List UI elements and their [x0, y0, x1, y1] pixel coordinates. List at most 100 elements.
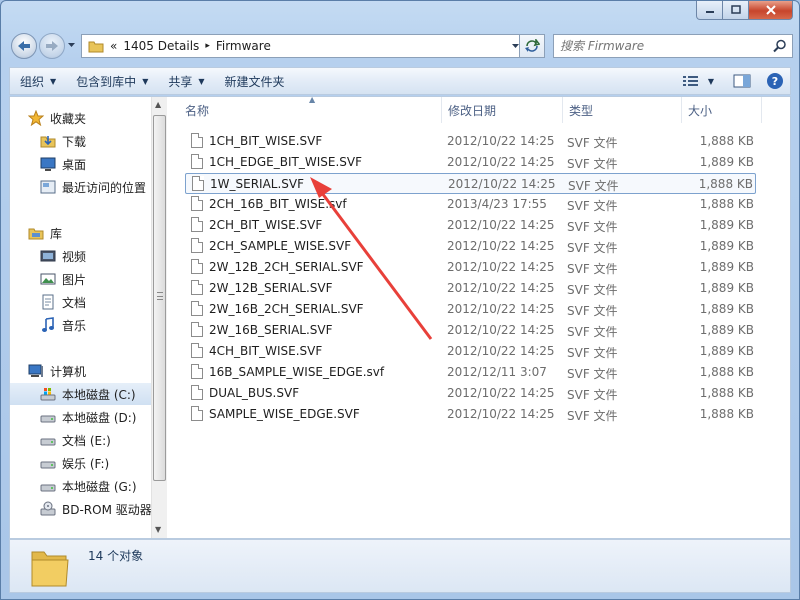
- file-size: 1,889 KB: [699, 323, 754, 337]
- column-type[interactable]: 类型: [563, 97, 682, 123]
- file-size: 1,889 KB: [699, 344, 754, 358]
- file-size: 1,888 KB: [699, 365, 754, 379]
- library-icon: [28, 228, 44, 240]
- sidebar-label: 下载: [62, 134, 87, 149]
- item-count: 14 个对象: [88, 549, 144, 563]
- arrow-left-icon: [18, 41, 30, 51]
- file-date: 2012/10/22 14:25: [447, 302, 555, 316]
- file-type: SVF 文件: [567, 199, 618, 213]
- sidebar-label: 计算机: [50, 364, 87, 379]
- breadcrumb-firmware[interactable]: Firmware: [216, 39, 271, 53]
- sidebar-item-music[interactable]: 音乐: [40, 314, 167, 336]
- folder-icon: [31, 551, 69, 587]
- file-row[interactable]: SAMPLE_WISE_EDGE.SVF 2012/10/22 14:25 SVF …: [185, 404, 756, 425]
- file-size: 1,889 KB: [699, 218, 754, 232]
- file-type: SVF 文件: [567, 325, 618, 339]
- sidebar-scrollbar[interactable]: ▲ ▼: [151, 97, 167, 538]
- file-icon: [191, 406, 203, 421]
- sidebar-item-documents[interactable]: 文档: [40, 291, 167, 313]
- sidebar-item-drive-e[interactable]: 文档 (E:): [40, 429, 167, 451]
- file-row[interactable]: 2W_12B_2CH_SERIAL.SVF 2012/10/22 14:25 SVF…: [185, 257, 756, 278]
- organize-button[interactable]: 组织 ▼: [10, 68, 66, 94]
- sidebar-item-videos[interactable]: 视频: [40, 245, 167, 267]
- column-name[interactable]: 名称: [179, 97, 442, 123]
- sidebar-item-desktop[interactable]: 桌面: [40, 153, 167, 175]
- file-row[interactable]: 4CH_BIT_WISE.SVF 2012/10/22 14:25 SVF 文件 1,…: [185, 341, 756, 362]
- column-size[interactable]: 大小: [682, 97, 762, 123]
- view-options-icon[interactable]: [682, 74, 700, 88]
- sidebar-label: 视频: [62, 249, 87, 264]
- include-in-library-button[interactable]: 包含到库中 ▼: [66, 68, 158, 94]
- file-icon: [191, 133, 203, 148]
- sidebar-item-drive-f[interactable]: 娱乐 (F:): [40, 452, 167, 474]
- sidebar-label: 库: [50, 226, 63, 241]
- column-date[interactable]: 修改日期: [442, 97, 563, 123]
- file-row[interactable]: 2CH_SAMPLE_WISE.SVF 2012/10/22 14:25 SVF 文…: [185, 236, 756, 257]
- column-header: ▲ 名称 修改日期 类型 大小: [167, 95, 790, 123]
- help-icon[interactable]: ?: [766, 72, 784, 90]
- sidebar-item-drive-c[interactable]: 本地磁盘 (C:): [10, 383, 151, 405]
- sidebar-item-drive-g[interactable]: 本地磁盘 (G:): [40, 475, 167, 497]
- share-button[interactable]: 共享 ▼: [158, 68, 214, 94]
- file-row[interactable]: 2W_16B_2CH_SERIAL.SVF 2012/10/22 14:25 SVF…: [185, 299, 756, 320]
- optical-drive-icon: [40, 501, 56, 516]
- star-icon: [28, 110, 44, 126]
- file-icon: [191, 343, 203, 358]
- hard-drive-icon: [40, 438, 56, 446]
- new-folder-button[interactable]: 新建文件夹: [215, 68, 295, 94]
- sidebar-label: 图片: [62, 272, 87, 287]
- file-row[interactable]: 2CH_16B_BIT_WISE.svf 2013/4/23 17:55 SVF 文…: [185, 194, 756, 215]
- file-icon: [191, 385, 203, 400]
- file-row[interactable]: 1CH_BIT_WISE.SVF 2012/10/22 14:25 SVF 文件 1,…: [185, 131, 756, 152]
- file-date: 2012/12/11 3:07: [447, 365, 547, 379]
- sidebar-scroll-thumb[interactable]: [153, 115, 166, 481]
- search-icon[interactable]: [773, 39, 787, 53]
- search-box[interactable]: [553, 34, 793, 58]
- sidebar-item-recent[interactable]: 最近访问的位置: [40, 176, 167, 198]
- file-date: 2012/10/22 14:25: [447, 281, 555, 295]
- file-icon: [191, 322, 203, 337]
- file-row[interactable]: DUAL_BUS.SVF 2012/10/22 14:25 SVF 文件 1,888 …: [185, 383, 756, 404]
- scroll-down-icon[interactable]: ▼: [155, 525, 161, 534]
- file-date: 2012/10/22 14:25: [447, 218, 555, 232]
- breadcrumb-1405-details[interactable]: 1405 Details: [123, 39, 199, 53]
- sidebar-item-downloads[interactable]: 下载: [40, 130, 167, 152]
- view-chevron-down-icon[interactable]: ▼: [708, 77, 714, 86]
- file-row[interactable]: 2W_12B_SERIAL.SVF 2012/10/22 14:25 SVF 文件 1…: [185, 278, 756, 299]
- maximize-button[interactable]: [723, 1, 749, 20]
- file-icon: [191, 217, 203, 232]
- sidebar-item-favorites[interactable]: 收藏夹: [28, 107, 167, 129]
- file-row[interactable]: 2CH_BIT_WISE.SVF 2012/10/22 14:25 SVF 文件 1,…: [185, 215, 756, 236]
- file-row[interactable]: 1W_SERIAL.SVF 2012/10/22 14:25 SVF 文件 1,888…: [185, 173, 756, 194]
- preview-pane-icon[interactable]: [732, 73, 752, 89]
- file-icon: [191, 238, 203, 253]
- back-button[interactable]: [11, 33, 37, 59]
- scroll-up-icon[interactable]: ▲: [155, 100, 161, 109]
- breadcrumb-separator[interactable]: ▸: [205, 41, 210, 51]
- file-name: 2W_16B_SERIAL.SVF: [209, 323, 333, 337]
- forward-button[interactable]: [39, 33, 65, 59]
- refresh-button[interactable]: [519, 34, 545, 58]
- file-row[interactable]: 16B_SAMPLE_WISE_EDGE.svf 2012/12/11 3:07 S…: [185, 362, 756, 383]
- sidebar-item-computer[interactable]: 计算机: [28, 360, 167, 382]
- breadcrumb-overflow[interactable]: «: [110, 39, 117, 53]
- close-button[interactable]: [749, 1, 793, 20]
- recent-pages-chevron-icon[interactable]: [67, 41, 76, 49]
- sidebar-item-drive-d[interactable]: 本地磁盘 (D:): [40, 406, 167, 428]
- sidebar-item-libraries[interactable]: 库: [28, 222, 167, 244]
- file-name: 16B_SAMPLE_WISE_EDGE.svf: [209, 365, 385, 379]
- file-row[interactable]: 2W_16B_SERIAL.SVF 2012/10/22 14:25 SVF 文件 1…: [185, 320, 756, 341]
- status-bar: 14 个对象: [9, 539, 791, 593]
- main-area: 收藏夹 下载 桌面 最近访问的位置 库 视频 图片 文档 音乐 计算机 本地磁盘…: [9, 95, 791, 539]
- sidebar-item-bdrom[interactable]: BD-ROM 驱动器: [40, 498, 167, 520]
- svg-text:?: ?: [772, 75, 778, 88]
- file-row[interactable]: 1CH_EDGE_BIT_WISE.SVF 2012/10/22 14:25 SVF…: [185, 152, 756, 173]
- file-type: SVF 文件: [567, 304, 618, 318]
- recent-places-icon: [40, 180, 56, 194]
- minimize-button[interactable]: [696, 1, 723, 20]
- video-icon: [40, 250, 56, 262]
- file-size: 1,888 KB: [699, 386, 754, 400]
- sidebar-item-pictures[interactable]: 图片: [40, 268, 167, 290]
- address-bar[interactable]: « 1405 Details ▸ Firmware: [81, 34, 525, 58]
- search-input[interactable]: [560, 39, 760, 53]
